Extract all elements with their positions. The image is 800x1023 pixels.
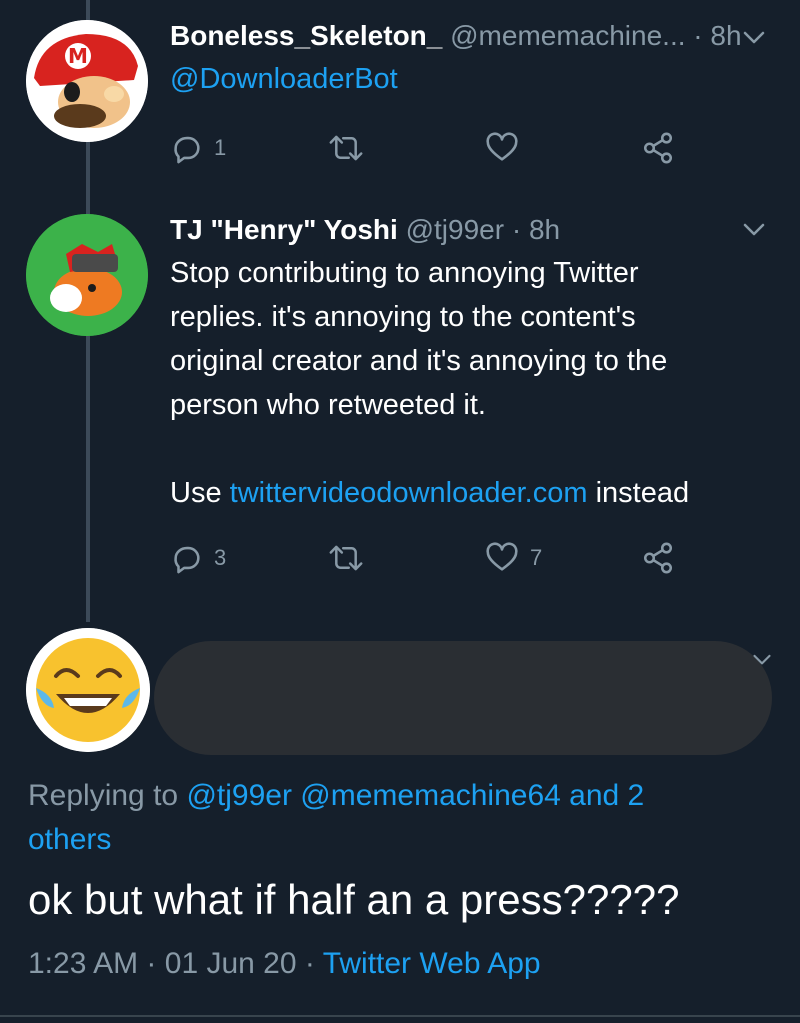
meta-separator: · [146,947,157,980]
divider [0,1015,800,1017]
retweet-button[interactable] [328,538,374,578]
tweet2-header: TJ "Henry" Yoshi @tj99er · 8h [170,214,560,246]
svg-text:M: M [68,44,88,68]
tweet2-text-line: Use twittervideodownloader.com instead [170,471,790,515]
like-icon [486,542,518,571]
retweet-icon [329,135,363,161]
replying-to: Replying to @tj99er @mememachine64 and 2… [28,774,748,862]
replying-users-link[interactable]: @tj99er @mememachine64 and 2 [186,779,644,812]
reply-button[interactable]: 1 [170,128,226,168]
tweet2-text-use: Use [170,477,222,509]
tweet1-action-bar: 1 [170,128,690,168]
tweet1-time[interactable]: · 8h [693,20,741,51]
tweet-source[interactable]: Twitter Web App [323,947,541,980]
thread-line [86,336,90,622]
avatar-main-user[interactable] [26,628,150,752]
thread-line [86,0,90,20]
tweet2-action-bar: 3 7 [170,538,690,578]
avatar-tj-henry-yoshi[interactable] [26,214,148,336]
tweet2-text-line: original creator and it's annoying to th… [170,345,668,377]
avatar-boneless-skeleton[interactable]: M [26,20,148,142]
like-count: 7 [530,545,543,570]
tweet2-text-line: replies. it's annoying to the content's [170,301,636,333]
tweet2-body: Stop contributing to annoying Twitter re… [170,251,790,515]
reply-button[interactable]: 3 [170,538,226,578]
main-tweet-text: ok but what if half an a press????? [28,876,680,923]
thread-line [86,140,90,214]
retweet-button[interactable] [328,128,374,168]
chevron-down-icon[interactable] [742,222,766,238]
like-icon [486,132,518,161]
tweet2-text-line: Stop contributing to annoying Twitter [170,257,639,289]
meta-separator: · [304,947,315,980]
share-icon [643,542,673,574]
tweet2-author-handle[interactable]: @tj99er [406,214,504,245]
tweet-date[interactable]: 01 Jun 20 [165,947,297,980]
tweet1-author-handle[interactable]: @mememachine... [450,20,685,51]
tweet2-author-name[interactable]: TJ "Henry" Yoshi [170,214,398,245]
replying-prefix: Replying to [28,779,179,812]
reply-count: 1 [214,135,227,160]
reply-count: 3 [214,545,227,570]
share-button[interactable] [640,128,676,168]
tweet1-mention[interactable]: @DownloaderBot [170,63,398,96]
tweet2-text-line: person who retweeted it. [170,389,486,421]
like-button[interactable]: 7 [484,538,542,578]
tweet2-text-link[interactable]: twittervideodownloader.com [230,477,588,509]
redacted-user-name [154,641,772,755]
chevron-down-icon[interactable] [752,652,772,668]
retweet-icon [329,545,363,571]
tweet-time[interactable]: 1:23 AM [28,947,138,980]
tweet2-text-instead: instead [595,477,690,509]
tweet1-author-name[interactable]: Boneless_Skeleton_ [170,20,442,51]
tweet-meta: 1:23 AM · 01 Jun 20 · Twitter Web App [28,947,541,981]
reply-icon [174,546,200,574]
tweet1-header: Boneless_Skeleton_ @mememachine... · 8h [170,20,742,52]
replying-others-link[interactable]: others [28,823,111,856]
share-icon [643,132,673,164]
chevron-down-icon[interactable] [742,30,766,46]
share-button[interactable] [640,538,676,578]
like-button[interactable] [484,128,530,168]
tweet2-time[interactable]: · 8h [512,214,560,245]
reply-icon [174,136,200,164]
